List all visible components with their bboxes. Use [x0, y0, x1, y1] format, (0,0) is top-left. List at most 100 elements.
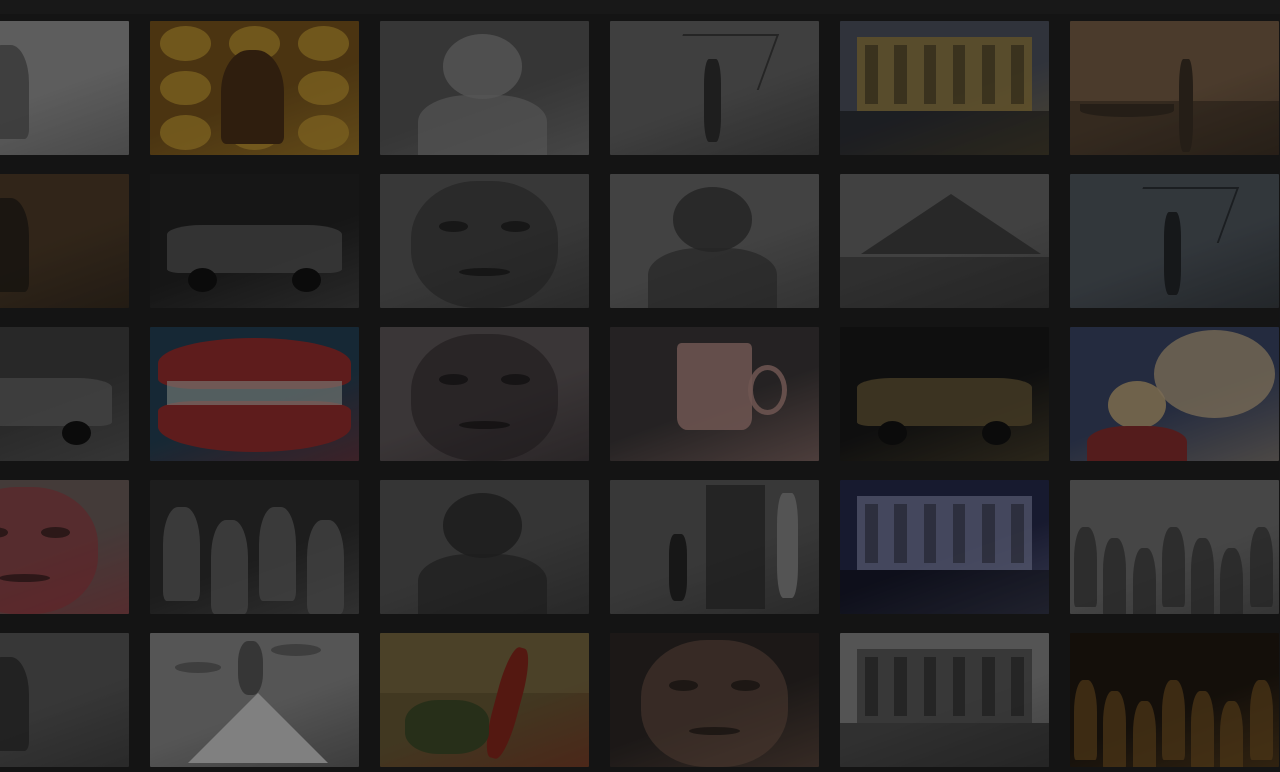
tile-r5c4[interactable]	[610, 633, 819, 767]
tile-r1c2[interactable]	[150, 21, 359, 155]
building-shape	[856, 37, 1033, 111]
tile-r1c4[interactable]	[610, 21, 819, 155]
tile-r3c2[interactable]	[150, 327, 359, 461]
column-shape	[865, 504, 878, 564]
tile-r3c3[interactable]	[380, 327, 589, 461]
tile-r4c2[interactable]	[150, 480, 359, 614]
ground-shape	[840, 110, 1049, 155]
car-body-shape	[0, 377, 113, 427]
tile-r5c6[interactable]	[1070, 633, 1279, 767]
flower-shape	[160, 26, 211, 62]
person-shape	[1132, 548, 1156, 614]
mug-shape	[676, 343, 753, 431]
person-shape	[1103, 690, 1127, 767]
tree-shape	[480, 645, 535, 762]
eye-shape	[501, 220, 531, 232]
body-shape	[647, 247, 778, 308]
figure-shape	[237, 641, 263, 695]
person-shape	[704, 58, 721, 142]
column-shape	[923, 504, 937, 564]
boat-shape	[1080, 104, 1175, 118]
tile-r3c1[interactable]	[0, 327, 129, 461]
car-body-shape	[856, 377, 1033, 427]
column-shape	[894, 657, 907, 717]
sky-shape	[380, 633, 589, 694]
tile-r4c3[interactable]	[380, 480, 589, 614]
column-shape	[952, 504, 966, 564]
column-shape	[923, 657, 937, 717]
tile-r4c4[interactable]	[610, 480, 819, 614]
person-shape	[1164, 211, 1181, 295]
top-strip	[0, 0, 1280, 14]
figure-shape	[0, 45, 29, 139]
tile-r5c2[interactable]	[150, 633, 359, 767]
face-shape	[0, 486, 98, 614]
column-shape	[952, 657, 966, 717]
person-shape	[1103, 537, 1127, 614]
column-shape	[982, 657, 995, 717]
mouth-shape	[459, 267, 510, 276]
column-shape	[894, 504, 907, 564]
flower-shape	[298, 26, 349, 62]
tile-r2c3[interactable]	[380, 174, 589, 308]
tile-r4c6[interactable]	[1070, 480, 1279, 614]
column-shape	[923, 45, 937, 105]
cloud-shape	[271, 643, 322, 656]
tile-r2c1[interactable]	[0, 174, 129, 308]
field-shape	[840, 257, 1049, 308]
tile-r1c6[interactable]	[1070, 21, 1279, 155]
eye-shape	[0, 526, 8, 538]
column-shape	[952, 45, 966, 105]
tile-r2c2[interactable]	[150, 174, 359, 308]
tile-r5c3[interactable]	[380, 633, 589, 767]
eye-shape	[731, 679, 761, 691]
tile-r2c4[interactable]	[610, 174, 819, 308]
flower-shape	[229, 114, 280, 150]
ground-shape	[840, 569, 1049, 614]
tile-r4c1[interactable]	[0, 480, 129, 614]
mountain-shape	[860, 194, 1041, 255]
column-shape	[894, 45, 907, 105]
kite-shape	[1122, 187, 1239, 243]
water-shape	[1070, 101, 1279, 155]
person-shape	[258, 506, 297, 601]
tile-r2c5[interactable]	[840, 174, 1049, 308]
teeth-shape	[166, 380, 343, 405]
person-shape	[1178, 58, 1194, 153]
tile-r3c6[interactable]	[1070, 327, 1279, 461]
tile-r5c1[interactable]	[0, 633, 129, 767]
wheel-shape	[982, 420, 1012, 445]
tile-r3c5[interactable]	[840, 327, 1049, 461]
tile-r2c6[interactable]	[1070, 174, 1279, 308]
head-shape	[442, 493, 523, 558]
ground-shape	[840, 722, 1049, 767]
tile-r3c4[interactable]	[610, 327, 819, 461]
tile-r1c3[interactable]	[380, 21, 589, 155]
person-shape	[162, 506, 201, 601]
column-shape	[865, 45, 878, 105]
eye-shape	[438, 373, 468, 385]
lower-lip-shape	[158, 400, 351, 452]
column-shape	[982, 504, 995, 564]
person-shape	[1074, 679, 1098, 761]
mouth-shape	[459, 420, 510, 429]
face-shape	[411, 180, 558, 308]
tile-r1c1[interactable]	[0, 21, 129, 155]
column-shape	[982, 45, 995, 105]
face-shape	[641, 639, 788, 767]
head-shape	[672, 187, 753, 252]
column-shape	[1011, 504, 1024, 564]
column-shape	[1011, 45, 1024, 105]
building-shape	[856, 496, 1033, 570]
flower-shape	[160, 114, 211, 150]
tile-r1c5[interactable]	[840, 21, 1049, 155]
person-shape	[1220, 701, 1244, 767]
person-shape	[1191, 690, 1215, 767]
tile-r5c5[interactable]	[840, 633, 1049, 767]
person-shape	[668, 533, 688, 601]
person-shape	[1074, 526, 1098, 608]
column-shape	[1011, 657, 1024, 717]
tile-r4c5[interactable]	[840, 480, 1049, 614]
building-shape	[856, 649, 1033, 723]
person-shape	[210, 520, 249, 614]
